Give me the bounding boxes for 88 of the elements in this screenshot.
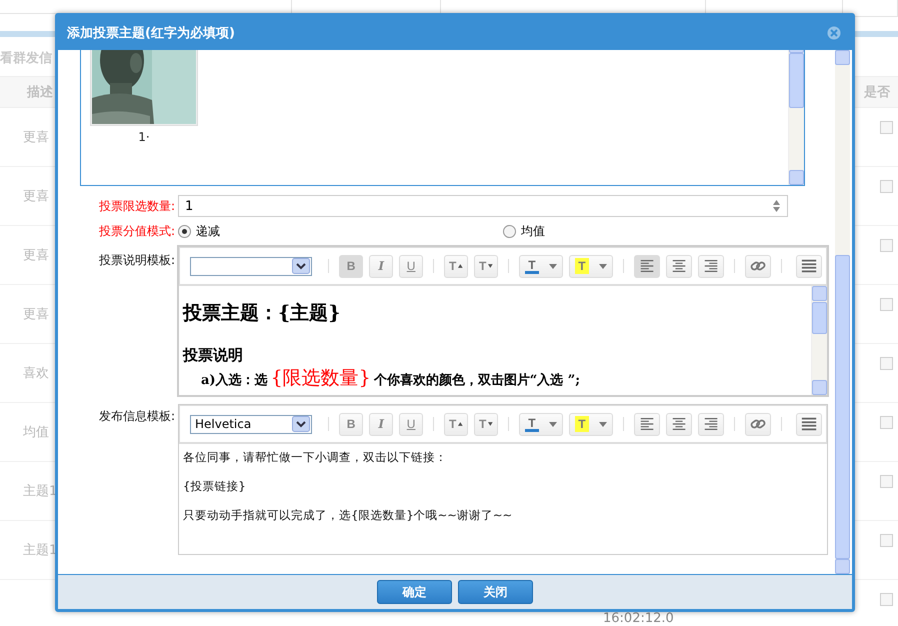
dialog-button[interactable]: 关闭 <box>458 580 533 604</box>
paragraph: 各位同事，请帮忙做一下小调查，双击以下链接： <box>183 450 448 465</box>
close-icon <box>827 26 841 40</box>
table-cell-text: 更喜 <box>23 188 49 205</box>
italic-button[interactable]: I <box>369 412 394 436</box>
image-caption: 1· <box>138 130 150 144</box>
align-left-icon <box>638 415 655 433</box>
decrease-arrow-icon <box>488 422 494 426</box>
underline-button[interactable]: U <box>399 254 424 278</box>
font-dropdown[interactable]: Helvetica <box>190 414 312 434</box>
table-cell-text: 主题1 <box>23 542 58 559</box>
table-cell-text: 更喜 <box>23 129 49 146</box>
radio-label[interactable]: 均值 <box>521 223 545 240</box>
font-size-up-button[interactable]: T <box>444 412 468 436</box>
font-size-up-button[interactable]: T <box>444 254 468 278</box>
scrollbar[interactable] <box>835 50 850 574</box>
scrollbar[interactable] <box>788 50 804 185</box>
field-label: 投票分值模式: <box>98 223 176 240</box>
menu-icon <box>800 257 817 275</box>
align-right-icon <box>702 257 720 275</box>
decrease-arrow-icon <box>488 264 494 268</box>
date-field[interactable] <box>842 0 898 17</box>
number-field[interactable]: 1 <box>178 195 788 217</box>
heading: 投票说明 <box>183 346 244 365</box>
rich-text-editor[interactable]: Helvetica B I U T T T T 各位同事，请帮忙做一下小调查，双击以下链接： {投票链接} 只要动动手指就可以完成了，选{限选数量}个哦~~谢谢了~~ <box>178 404 828 555</box>
caret-icon <box>548 264 557 268</box>
checkbox[interactable] <box>880 238 893 252</box>
align-right-button[interactable] <box>698 412 724 436</box>
bold-button[interactable]: B <box>339 412 364 436</box>
checkbox[interactable] <box>880 416 893 428</box>
caret-icon <box>548 422 557 426</box>
caret-icon <box>598 264 607 268</box>
field-label: 投票说明模板: <box>98 252 176 269</box>
checkbox[interactable] <box>880 474 893 488</box>
rich-text-editor[interactable]: B I U T T T T 投票主题：{主题} 投票说明 a)入选：选{限选数量}个你喜欢的颜色，双击图片“入选 ”; <box>178 246 828 396</box>
close-button[interactable] <box>826 25 842 41</box>
text-color-button[interactable]: T <box>518 412 563 436</box>
caret-icon <box>598 422 607 426</box>
align-right-icon <box>702 415 720 433</box>
align-center-button[interactable] <box>666 412 692 436</box>
spinner-icon <box>772 199 781 213</box>
paragraph: {投票链接} <box>183 479 247 494</box>
field-label: 投票限选数量: <box>98 198 176 214</box>
align-center-icon <box>670 415 687 433</box>
checkbox[interactable] <box>880 356 893 370</box>
table-cell-text: 更喜 <box>23 306 49 323</box>
radio-button[interactable] <box>178 225 191 238</box>
font-size-down-button[interactable]: T <box>474 254 498 278</box>
align-center-button[interactable] <box>666 254 692 278</box>
font-dropdown[interactable] <box>190 256 312 276</box>
text-color-button[interactable]: T <box>518 254 563 278</box>
italic-button[interactable]: I <box>369 254 394 278</box>
window-title: 添加投票主题(红字为必填项) <box>67 24 235 42</box>
increase-arrow-icon <box>458 264 464 268</box>
dialog-button[interactable]: 确定 <box>377 580 452 604</box>
link-button[interactable] <box>744 254 771 278</box>
radio-button[interactable] <box>503 225 516 238</box>
table-cell-text: 喜欢 <box>23 365 49 382</box>
scrollbar[interactable] <box>811 286 827 395</box>
align-left-button[interactable] <box>634 412 660 436</box>
table-cell-text: 更喜 <box>23 247 49 264</box>
menu-icon <box>800 415 817 433</box>
link-button[interactable] <box>744 412 771 436</box>
more-button[interactable] <box>796 412 822 436</box>
table-cell: 16:02:12.0 <box>603 611 674 626</box>
more-button[interactable] <box>796 254 822 278</box>
checkbox[interactable] <box>880 592 893 606</box>
table-cell-text: 主题1 <box>23 483 58 500</box>
paragraph: 只要动动手指就可以完成了，选{限选数量}个哦~~谢谢了~~ <box>183 508 514 523</box>
field-label: 发布信息模板: <box>98 408 176 425</box>
highlight-button[interactable]: T <box>568 254 613 278</box>
align-left-button[interactable] <box>634 254 660 278</box>
align-left-icon <box>638 257 655 275</box>
align-center-icon <box>670 257 687 275</box>
align-right-button[interactable] <box>698 254 724 278</box>
increase-arrow-icon <box>458 422 464 426</box>
checkbox[interactable] <box>880 534 893 546</box>
radio-label[interactable]: 递减 <box>196 223 220 240</box>
checkbox[interactable] <box>880 180 893 192</box>
table-cell-text: 均值 <box>23 424 49 441</box>
underline-button[interactable]: U <box>399 412 424 436</box>
heading: 投票主题：{主题} <box>183 301 342 326</box>
checkbox[interactable] <box>880 120 893 134</box>
paragraph: a)入选：选{限选数量}个你喜欢的颜色，双击图片“入选 ”; <box>200 366 582 391</box>
bold-button[interactable]: B <box>339 254 364 278</box>
font-size-down-button[interactable]: T <box>474 412 498 436</box>
highlight-button[interactable]: T <box>568 412 613 436</box>
checkbox[interactable] <box>880 298 893 310</box>
